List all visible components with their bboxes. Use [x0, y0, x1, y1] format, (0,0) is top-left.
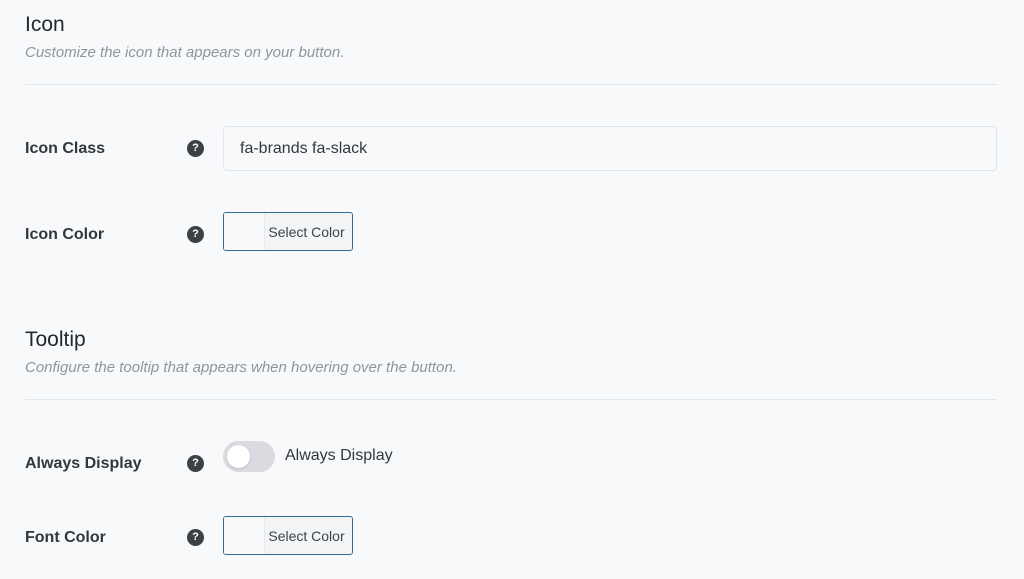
icon-color-help-icon[interactable]: ? — [187, 226, 204, 243]
tooltip-section-description: Configure the tooltip that appears when … — [25, 359, 457, 376]
icon-class-label: Icon Class — [25, 140, 106, 157]
icon-color-button-label: Select Color — [268, 223, 345, 240]
font-color-label: Font Color — [25, 529, 106, 546]
font-color-swatch — [224, 517, 265, 554]
icon-color-label: Icon Color — [25, 226, 105, 243]
icon-section-divider — [25, 84, 997, 85]
icon-section-title: Icon — [25, 13, 65, 36]
icon-class-help-icon[interactable]: ? — [187, 140, 204, 157]
always-display-toggle[interactable] — [223, 441, 275, 472]
always-display-help-icon[interactable]: ? — [187, 455, 204, 472]
toggle-knob — [227, 445, 250, 468]
always-display-label: Always Display — [25, 455, 142, 472]
settings-page: Icon Customize the icon that appears on … — [0, 0, 1024, 579]
font-color-picker-button[interactable]: Select Color — [223, 516, 353, 555]
icon-color-swatch — [224, 213, 265, 250]
always-display-toggle-label: Always Display — [285, 447, 393, 464]
icon-color-picker-button[interactable]: Select Color — [223, 212, 353, 251]
icon-class-input[interactable] — [223, 126, 997, 171]
font-color-button-label: Select Color — [268, 527, 345, 544]
tooltip-section-divider — [25, 399, 997, 400]
font-color-help-icon[interactable]: ? — [187, 529, 204, 546]
icon-section-description: Customize the icon that appears on your … — [25, 44, 345, 61]
tooltip-section-title: Tooltip — [25, 328, 86, 351]
